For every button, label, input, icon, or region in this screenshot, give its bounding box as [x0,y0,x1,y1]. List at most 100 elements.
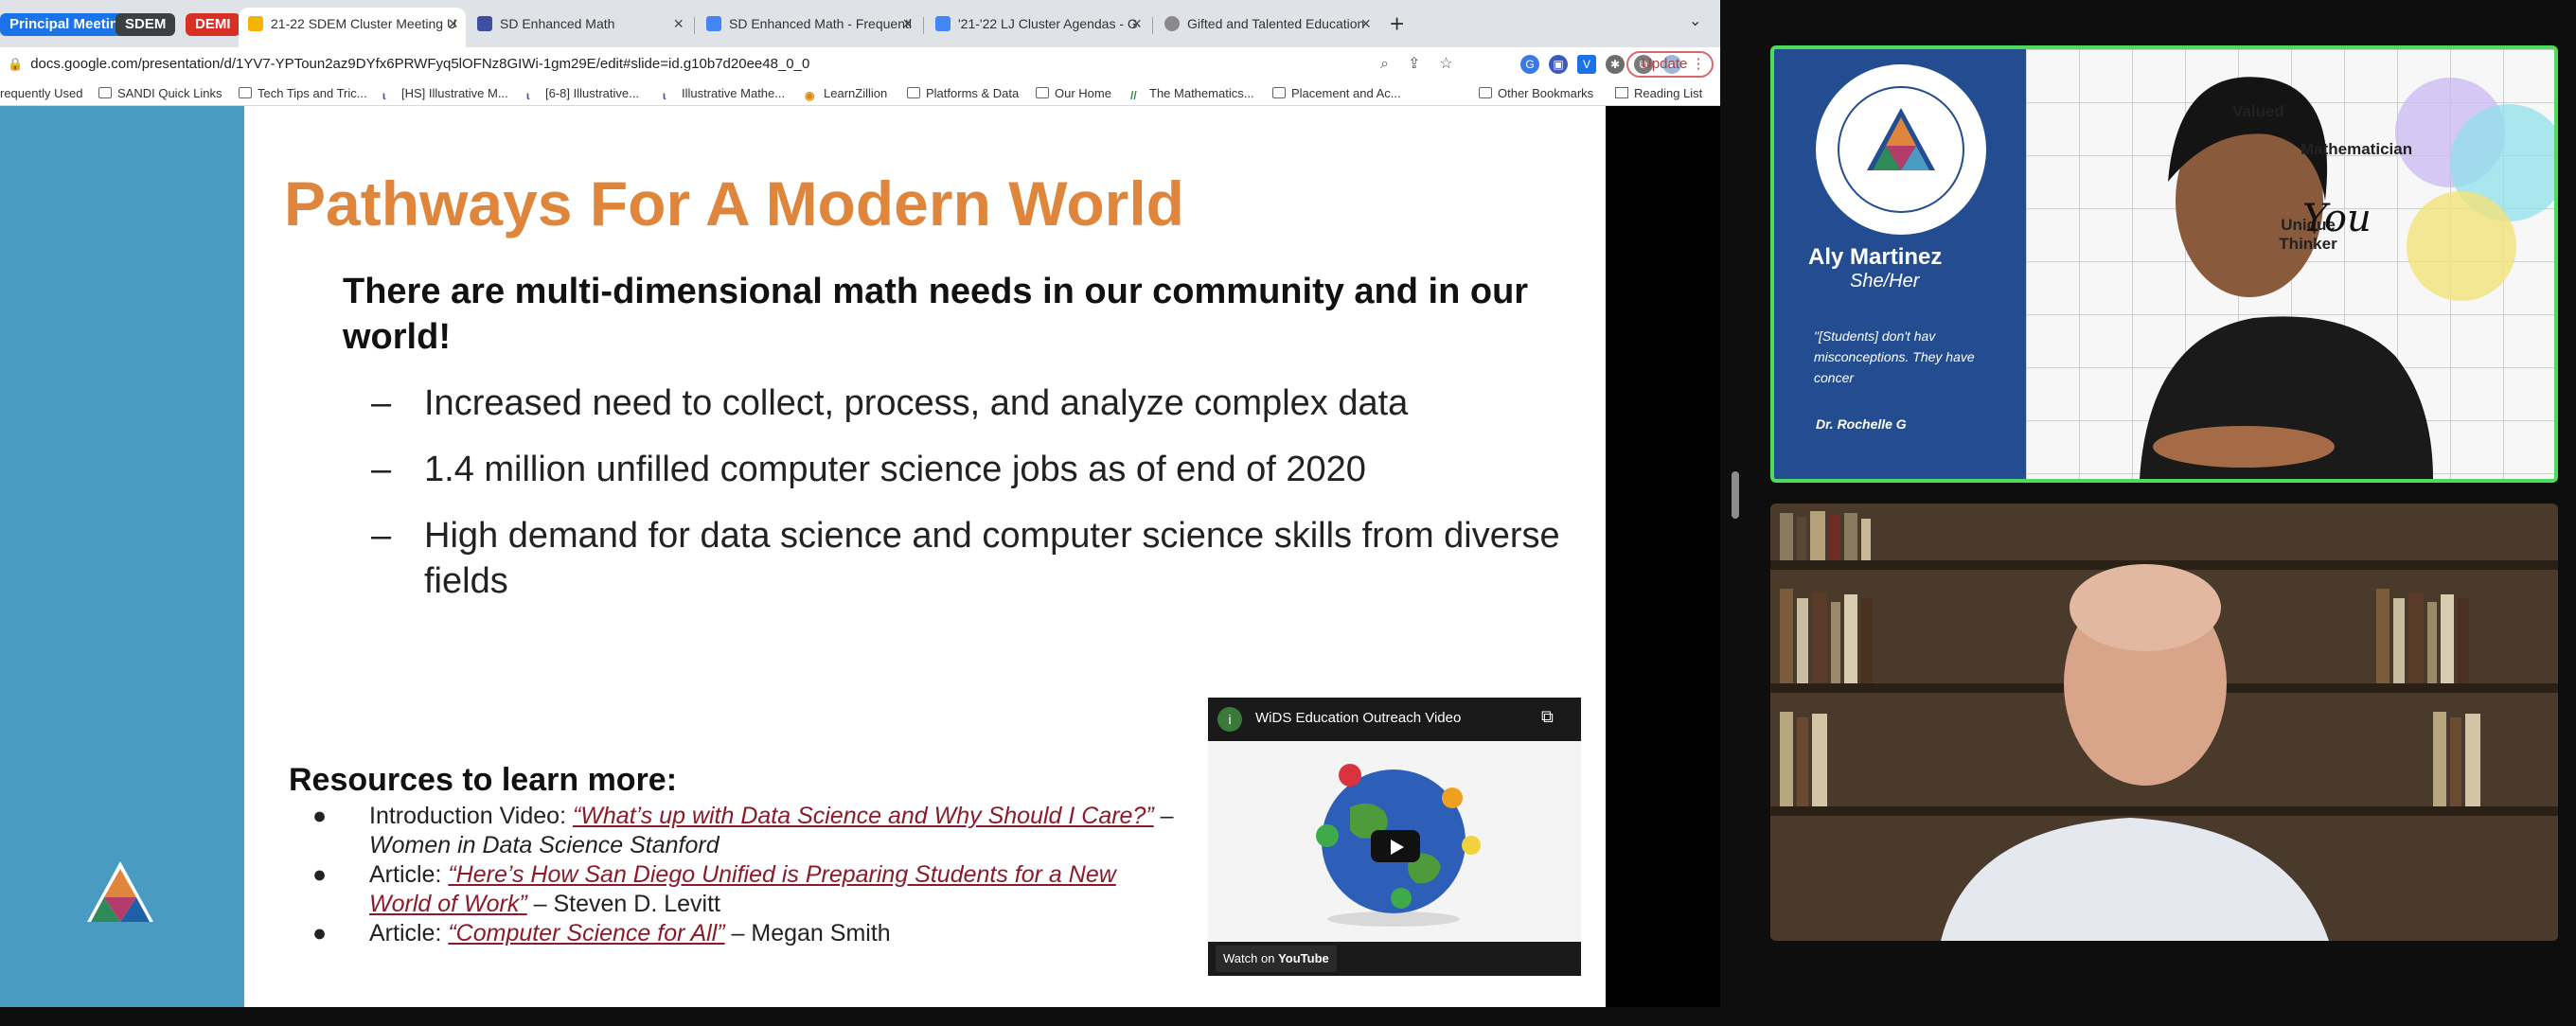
video-tile-active-speaker[interactable]: Aly Martinez She/Her "[Students] don't h… [1770,45,2558,483]
reading-list-icon [1615,87,1628,98]
participant-video-feed [1770,504,2558,941]
tab-search-chevron-icon[interactable]: ⌄ [1689,11,1701,30]
bookmark-our-home[interactable]: Our Home [1036,85,1111,102]
slide-bullet: – Increased need to collect, process, and… [371,380,1583,426]
dash-marker: – [371,516,392,556]
bookmark-label: The Mathematics... [1149,86,1254,100]
kebab-menu-icon: ⋮ [1691,56,1706,72]
tab-separator [1152,17,1153,34]
video-title[interactable]: WiDS Education Outreach Video [1255,710,1461,726]
extension-icon[interactable]: ▣ [1549,55,1568,74]
bookmark-other-bookmarks[interactable]: Other Bookmarks [1479,85,1593,102]
share-icon[interactable]: ⇪ [1408,53,1420,76]
embedded-video[interactable]: i WiDS Education Outreach Video ⧉ Watch … [1208,698,1581,976]
docs-icon [706,16,721,31]
background-quote: "[Students] don't hav misconceptions. Th… [1814,328,1975,385]
copy-link-icon[interactable]: ⧉ [1541,707,1554,727]
play-button[interactable] [1371,830,1420,862]
bookmark-illustrative-mathe[interactable]: ɩ Illustrative Mathe... [663,85,785,102]
speaker-pronouns: She/Her [1850,271,1920,292]
bullet-text: Increased need to collect, process, and … [424,383,1409,423]
resource-prefix: Article: [369,920,449,946]
bookmark-label: Other Bookmarks [1498,86,1594,100]
tab-group-sdem[interactable]: SDEM [115,13,176,36]
panel-splitter-handle[interactable] [1732,471,1739,519]
venn-label-mathematician: Mathematician [2301,140,2413,158]
tab-label: 21-22 SDEM Cluster Meeting U [271,16,457,31]
close-icon[interactable]: × [902,8,913,40]
dash-marker: – [371,383,392,423]
tab-label: Gifted and Talented Education [1187,16,1365,31]
bookmark-hs-illustrative[interactable]: ɩ [HS] Illustrative M... [382,85,508,102]
bullet-dot: ● [312,803,328,829]
bookmark-label: Placement and Ac... [1291,86,1401,100]
close-icon[interactable]: × [448,8,458,40]
video-thumbnail[interactable] [1208,741,1581,942]
dash-marker: – [371,450,392,489]
address-actions: ⌕ ⇪ ☆ [1380,53,1453,76]
reading-list[interactable]: Reading List [1615,85,1702,102]
tab-group-demi[interactable]: DEMI [186,13,240,36]
resource-link[interactable]: “Computer Science for All” [448,920,724,946]
tab-sdem-cluster-meeting[interactable]: 21-22 SDEM Cluster Meeting U × [239,8,466,47]
bullet-dot: ● [312,861,328,888]
speaker-name: Aly Martinez [1808,244,1943,270]
bullet-text: High demand for data science and compute… [424,516,1560,601]
bookmark-the-mathematics[interactable]: // The Mathematics... [1130,85,1254,102]
slide-bullets: – Increased need to collect, process, and… [371,380,1583,625]
slide-title: Pathways For A Modern World [284,168,1184,239]
tab-sd-enhanced-math-faq[interactable]: SD Enhanced Math - Frequentl × [697,8,920,47]
screen: Principal Meeting SDEM DEMI 21-22 SDEM C… [0,0,2576,1026]
extension-icon[interactable]: V [1577,55,1596,74]
tab-sd-enhanced-math[interactable]: SD Enhanced Math × [468,8,691,47]
bookmark-learnzillion[interactable]: ◉ LearnZillion [805,85,887,102]
bookmark-label: [HS] Illustrative M... [401,86,508,100]
url-field[interactable]: 🔒 docs.google.com/presentation/d/1YV7-YPT… [8,53,1371,76]
tab-label: SD Enhanced Math [500,16,615,31]
resource-source: – Megan Smith [724,920,891,946]
bookmark-6-8-illustrative[interactable]: ɩ [6-8] Illustrative... [526,85,639,102]
bookmark-sandi-quick-links[interactable]: SANDI Quick Links [98,85,222,102]
bookmark-placement[interactable]: Placement and Ac... [1272,85,1401,102]
new-tab-button[interactable]: + [1390,9,1404,39]
video-tile-participant[interactable] [1770,504,2558,941]
illustrative-math-icon: ɩ [382,89,386,102]
folder-icon [1272,87,1286,98]
url-text: docs.google.com/presentation/d/1YV7-YPTo… [30,56,810,72]
zoom-icon[interactable]: ⌕ [1380,53,1389,76]
extension-icon[interactable]: G [1520,55,1539,74]
bullet-dot: ● [312,920,328,946]
resource-item: ● Introduction Video: “What’s up with Da… [312,802,1183,860]
bookmark-platforms-data[interactable]: Platforms & Data [907,85,1019,102]
bookmark-frequently-used[interactable]: requently Used [0,85,82,102]
tab-gifted-talented[interactable]: Gifted and Talented Education × [1155,8,1378,47]
bullet-text: 1.4 million unfilled computer science jo… [424,450,1366,489]
resource-link[interactable]: “Here’s How San Diego Unified is Prepari… [369,861,1116,917]
close-icon[interactable]: × [673,8,684,40]
resource-item: ● Article: “Here’s How San Diego Unified… [312,860,1183,919]
resource-item: ● Article: “Computer Science for All” – … [312,919,1183,948]
tab-separator [923,17,924,34]
quote-citation: Dr. Rochelle G [1816,416,1907,432]
bookmark-star-icon[interactable]: ☆ [1439,53,1452,76]
sd-enhanced-math-logo [87,861,153,922]
sd-enhanced-math-badge [1816,64,1986,235]
watch-on-youtube-button[interactable]: Watch on YouTube [1216,946,1337,972]
participant-video-feed [2140,77,2433,479]
close-icon[interactable]: × [1131,8,1142,40]
illustrative-math-icon: ɩ [663,89,666,102]
bookmark-tech-tips[interactable]: Tech Tips and Tric... [239,85,367,102]
extension-icon[interactable]: ✱ [1606,55,1625,74]
tab-separator [694,17,695,34]
video-footer: Watch on YouTube [1208,942,1581,976]
channel-avatar[interactable]: i [1217,707,1242,732]
update-button[interactable]: Update ⋮ [1626,51,1714,78]
address-bar: 🔒 docs.google.com/presentation/d/1YV7-YPT… [0,47,1720,81]
slide: Pathways For A Modern World There are mu… [0,106,1606,1007]
tab-bar: Principal Meeting SDEM DEMI 21-22 SDEM C… [0,0,1720,47]
resource-link[interactable]: “What’s up with Data Science and Why Sho… [573,803,1154,829]
learnzillion-icon: ◉ [805,89,815,102]
site-icon [477,16,492,31]
close-icon[interactable]: × [1360,8,1371,40]
tab-lj-cluster-agendas[interactable]: '21-'22 LJ Cluster Agendas - G × [926,8,1149,47]
